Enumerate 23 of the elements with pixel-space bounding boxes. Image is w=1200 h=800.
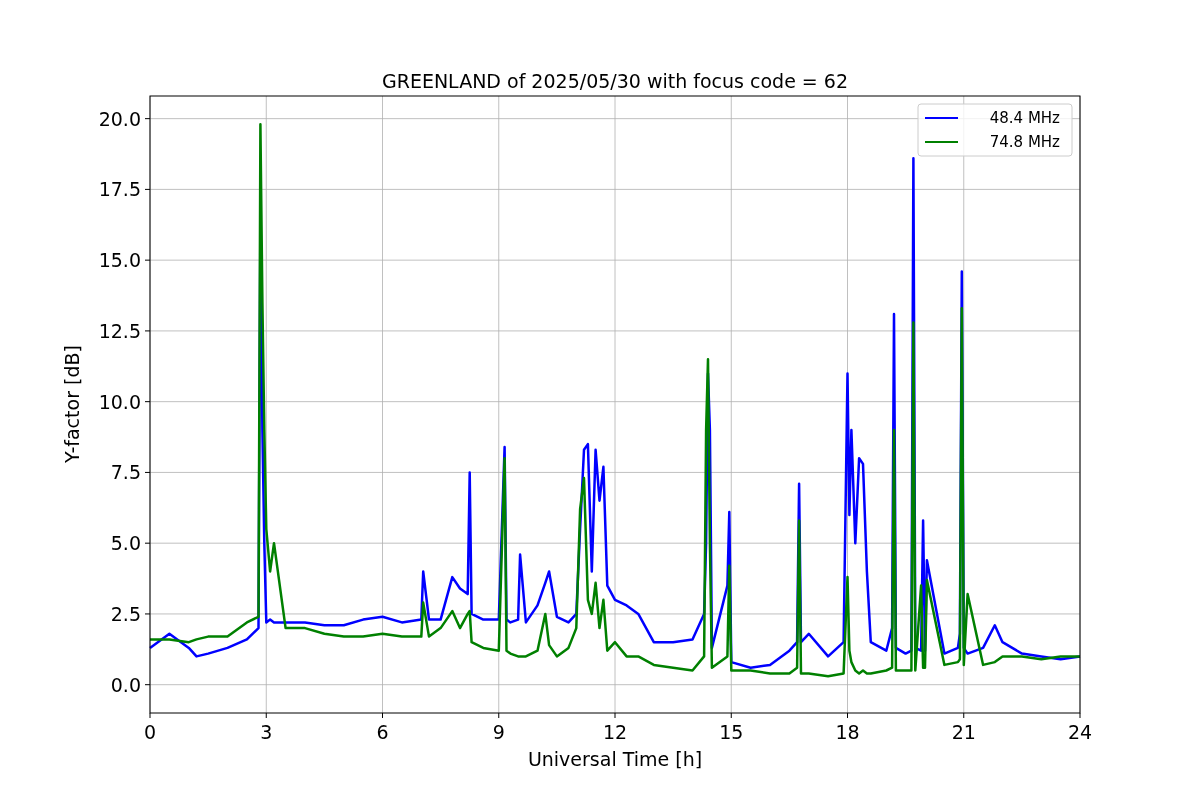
y-tick-label: 10.0 bbox=[98, 390, 141, 413]
x-tick-label: 12 bbox=[602, 721, 628, 743]
y-tick-label: 12.5 bbox=[98, 319, 141, 342]
y-tick-label: 7.5 bbox=[110, 461, 141, 484]
y-tick-label: 2.5 bbox=[110, 602, 141, 625]
x-axis-label: Universal Time [h] bbox=[527, 748, 703, 770]
y-tick-label: 0.0 bbox=[110, 673, 141, 696]
chart-title: GREENLAND of 2025/05/30 with focus code = 62 bbox=[382, 70, 848, 92]
y-tick-label: 15.0 bbox=[98, 249, 141, 272]
y-tick-label: 17.5 bbox=[98, 178, 141, 201]
legend-label: 48.4 MHz bbox=[989, 109, 1060, 127]
x-tick-label: 24 bbox=[1067, 721, 1093, 743]
x-tick-label: 6 bbox=[376, 721, 389, 743]
x-tick-label: 18 bbox=[835, 721, 860, 743]
legend-label: 74.8 MHz bbox=[989, 133, 1060, 151]
y-axis-label: Y-factor [dB] bbox=[61, 345, 83, 463]
y-tick-label: 20.0 bbox=[98, 107, 141, 130]
x-tick-label: 21 bbox=[951, 721, 976, 743]
x-tick-label: 3 bbox=[260, 721, 273, 743]
x-tick-label: 0 bbox=[143, 721, 157, 743]
x-tick-label: 9 bbox=[492, 721, 505, 743]
y-tick-label: 5.0 bbox=[110, 532, 141, 555]
x-tick-label: 15 bbox=[719, 721, 744, 743]
